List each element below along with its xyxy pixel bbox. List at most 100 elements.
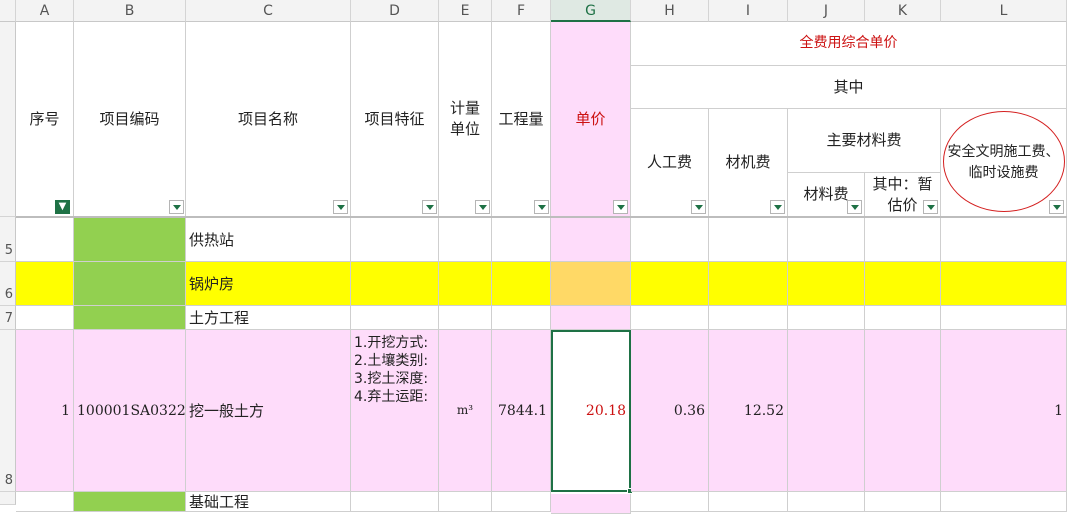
cell-h7[interactable] — [631, 306, 709, 330]
filter-d-icon[interactable] — [422, 200, 437, 214]
cell-k5[interactable] — [865, 218, 941, 262]
cell-j6[interactable] — [788, 262, 865, 306]
cell-b8[interactable]: 100001SA0322 — [74, 330, 186, 492]
cell-c6[interactable]: 锅炉房 — [186, 262, 351, 306]
header-unit[interactable]: 计量单位 — [439, 22, 492, 217]
cell-a9[interactable] — [16, 492, 74, 512]
cell-l6[interactable] — [941, 262, 1067, 306]
cell-j8[interactable] — [788, 330, 865, 492]
column-header-a[interactable]: A — [16, 0, 74, 22]
cell-i6[interactable] — [709, 262, 788, 306]
cell-e7[interactable] — [439, 306, 492, 330]
cell-d9[interactable] — [351, 492, 439, 512]
row-header-5[interactable]: 5 — [0, 217, 16, 262]
cell-b9[interactable] — [74, 492, 186, 512]
cell-i5[interactable] — [709, 218, 788, 262]
filter-g-icon[interactable] — [613, 200, 628, 214]
cell-b6[interactable] — [74, 262, 186, 306]
cell-b5[interactable] — [74, 218, 186, 262]
cell-d5[interactable] — [351, 218, 439, 262]
cell-l9[interactable] — [941, 492, 1067, 512]
row-header-6[interactable]: 6 — [0, 262, 16, 306]
row-header-8[interactable]: 8 — [0, 330, 16, 492]
cell-f6[interactable] — [492, 262, 551, 306]
cell-f9[interactable] — [492, 492, 551, 512]
cell-k6[interactable] — [865, 262, 941, 306]
cell-f7[interactable] — [492, 306, 551, 330]
cell-j9[interactable] — [788, 492, 865, 512]
header-among[interactable]: 其中 — [631, 66, 1067, 109]
cell-k7[interactable] — [865, 306, 941, 330]
header-seq[interactable]: 序号 — [16, 22, 74, 217]
cell-e9[interactable] — [439, 492, 492, 512]
filter-j-icon[interactable] — [847, 200, 862, 214]
header-code[interactable]: 项目编码 — [74, 22, 186, 217]
cell-f5[interactable] — [492, 218, 551, 262]
column-header-f[interactable]: F — [492, 0, 551, 22]
column-header-b[interactable]: B — [74, 0, 186, 22]
column-header-e[interactable]: E — [439, 0, 492, 22]
cell-e8[interactable]: m³ — [439, 330, 492, 492]
filter-e-icon[interactable] — [475, 200, 490, 214]
cell-k9[interactable] — [865, 492, 941, 512]
cell-l7[interactable] — [941, 306, 1067, 330]
filter-c-icon[interactable] — [333, 200, 348, 214]
cell-g9[interactable] — [551, 494, 631, 514]
cell-g7[interactable] — [551, 306, 631, 330]
cell-d6[interactable] — [351, 262, 439, 306]
cell-l5[interactable] — [941, 218, 1067, 262]
filter-i-icon[interactable] — [770, 200, 785, 214]
column-header-c[interactable]: C — [186, 0, 351, 22]
cell-e6[interactable] — [439, 262, 492, 306]
cell-c8[interactable]: 挖一般土方 — [186, 330, 351, 492]
cell-d7[interactable] — [351, 306, 439, 330]
header-total-title[interactable]: 全费用综合单价 — [631, 22, 1067, 66]
row-header-9[interactable] — [0, 492, 16, 505]
filter-h-icon[interactable] — [691, 200, 706, 214]
column-header-i[interactable]: I — [709, 0, 788, 22]
column-header-d[interactable]: D — [351, 0, 439, 22]
cell-j5[interactable] — [788, 218, 865, 262]
column-header-k[interactable]: K — [865, 0, 941, 22]
cell-g5[interactable] — [551, 218, 631, 262]
cell-l8[interactable]: 1 — [941, 330, 1067, 492]
cell-i9[interactable] — [709, 492, 788, 512]
column-header-j[interactable]: J — [788, 0, 865, 22]
cell-d8[interactable]: 1.开挖方式: 2.土壤类别: 3.挖土深度: 4.弃土运距: — [351, 330, 439, 492]
header-price[interactable]: 单价 — [551, 22, 631, 217]
cell-e5[interactable] — [439, 218, 492, 262]
cell-f8[interactable]: 7844.1 — [492, 330, 551, 492]
cell-b7[interactable] — [74, 306, 186, 330]
header-feature[interactable]: 项目特征 — [351, 22, 439, 217]
header-qty[interactable]: 工程量 — [492, 22, 551, 217]
cell-h9[interactable] — [631, 492, 709, 512]
cell-i7[interactable] — [709, 306, 788, 330]
cell-c9[interactable]: 基础工程 — [186, 492, 351, 512]
cell-a7[interactable] — [16, 306, 74, 330]
filter-l-icon[interactable] — [1049, 200, 1064, 214]
cell-g8-selected[interactable]: 20.18 — [551, 330, 631, 492]
cell-k8[interactable] — [865, 330, 941, 492]
column-header-l[interactable]: L — [941, 0, 1067, 22]
corner-select-all[interactable] — [0, 0, 16, 22]
cell-a5[interactable] — [16, 218, 74, 262]
header-name[interactable]: 项目名称 — [186, 22, 351, 217]
header-material-main[interactable]: 主要材料费 — [788, 109, 941, 173]
column-header-g[interactable]: G — [551, 0, 631, 22]
cell-h6[interactable] — [631, 262, 709, 306]
filter-f-icon[interactable] — [534, 200, 549, 214]
cell-h5[interactable] — [631, 218, 709, 262]
cell-c7[interactable]: 土方工程 — [186, 306, 351, 330]
cell-c5[interactable]: 供热站 — [186, 218, 351, 262]
cell-g6[interactable] — [551, 262, 631, 306]
cell-h8[interactable]: 0.36 — [631, 330, 709, 492]
cell-a8[interactable]: 1 — [16, 330, 74, 492]
filter-b-icon[interactable] — [169, 200, 184, 214]
cell-i8[interactable]: 12.52 — [709, 330, 788, 492]
row-header-header[interactable] — [0, 22, 16, 217]
cell-a6[interactable] — [16, 262, 74, 306]
cell-j7[interactable] — [788, 306, 865, 330]
row-header-7[interactable]: 7 — [0, 306, 16, 330]
column-header-h[interactable]: H — [631, 0, 709, 22]
filter-k-icon[interactable] — [923, 200, 938, 214]
